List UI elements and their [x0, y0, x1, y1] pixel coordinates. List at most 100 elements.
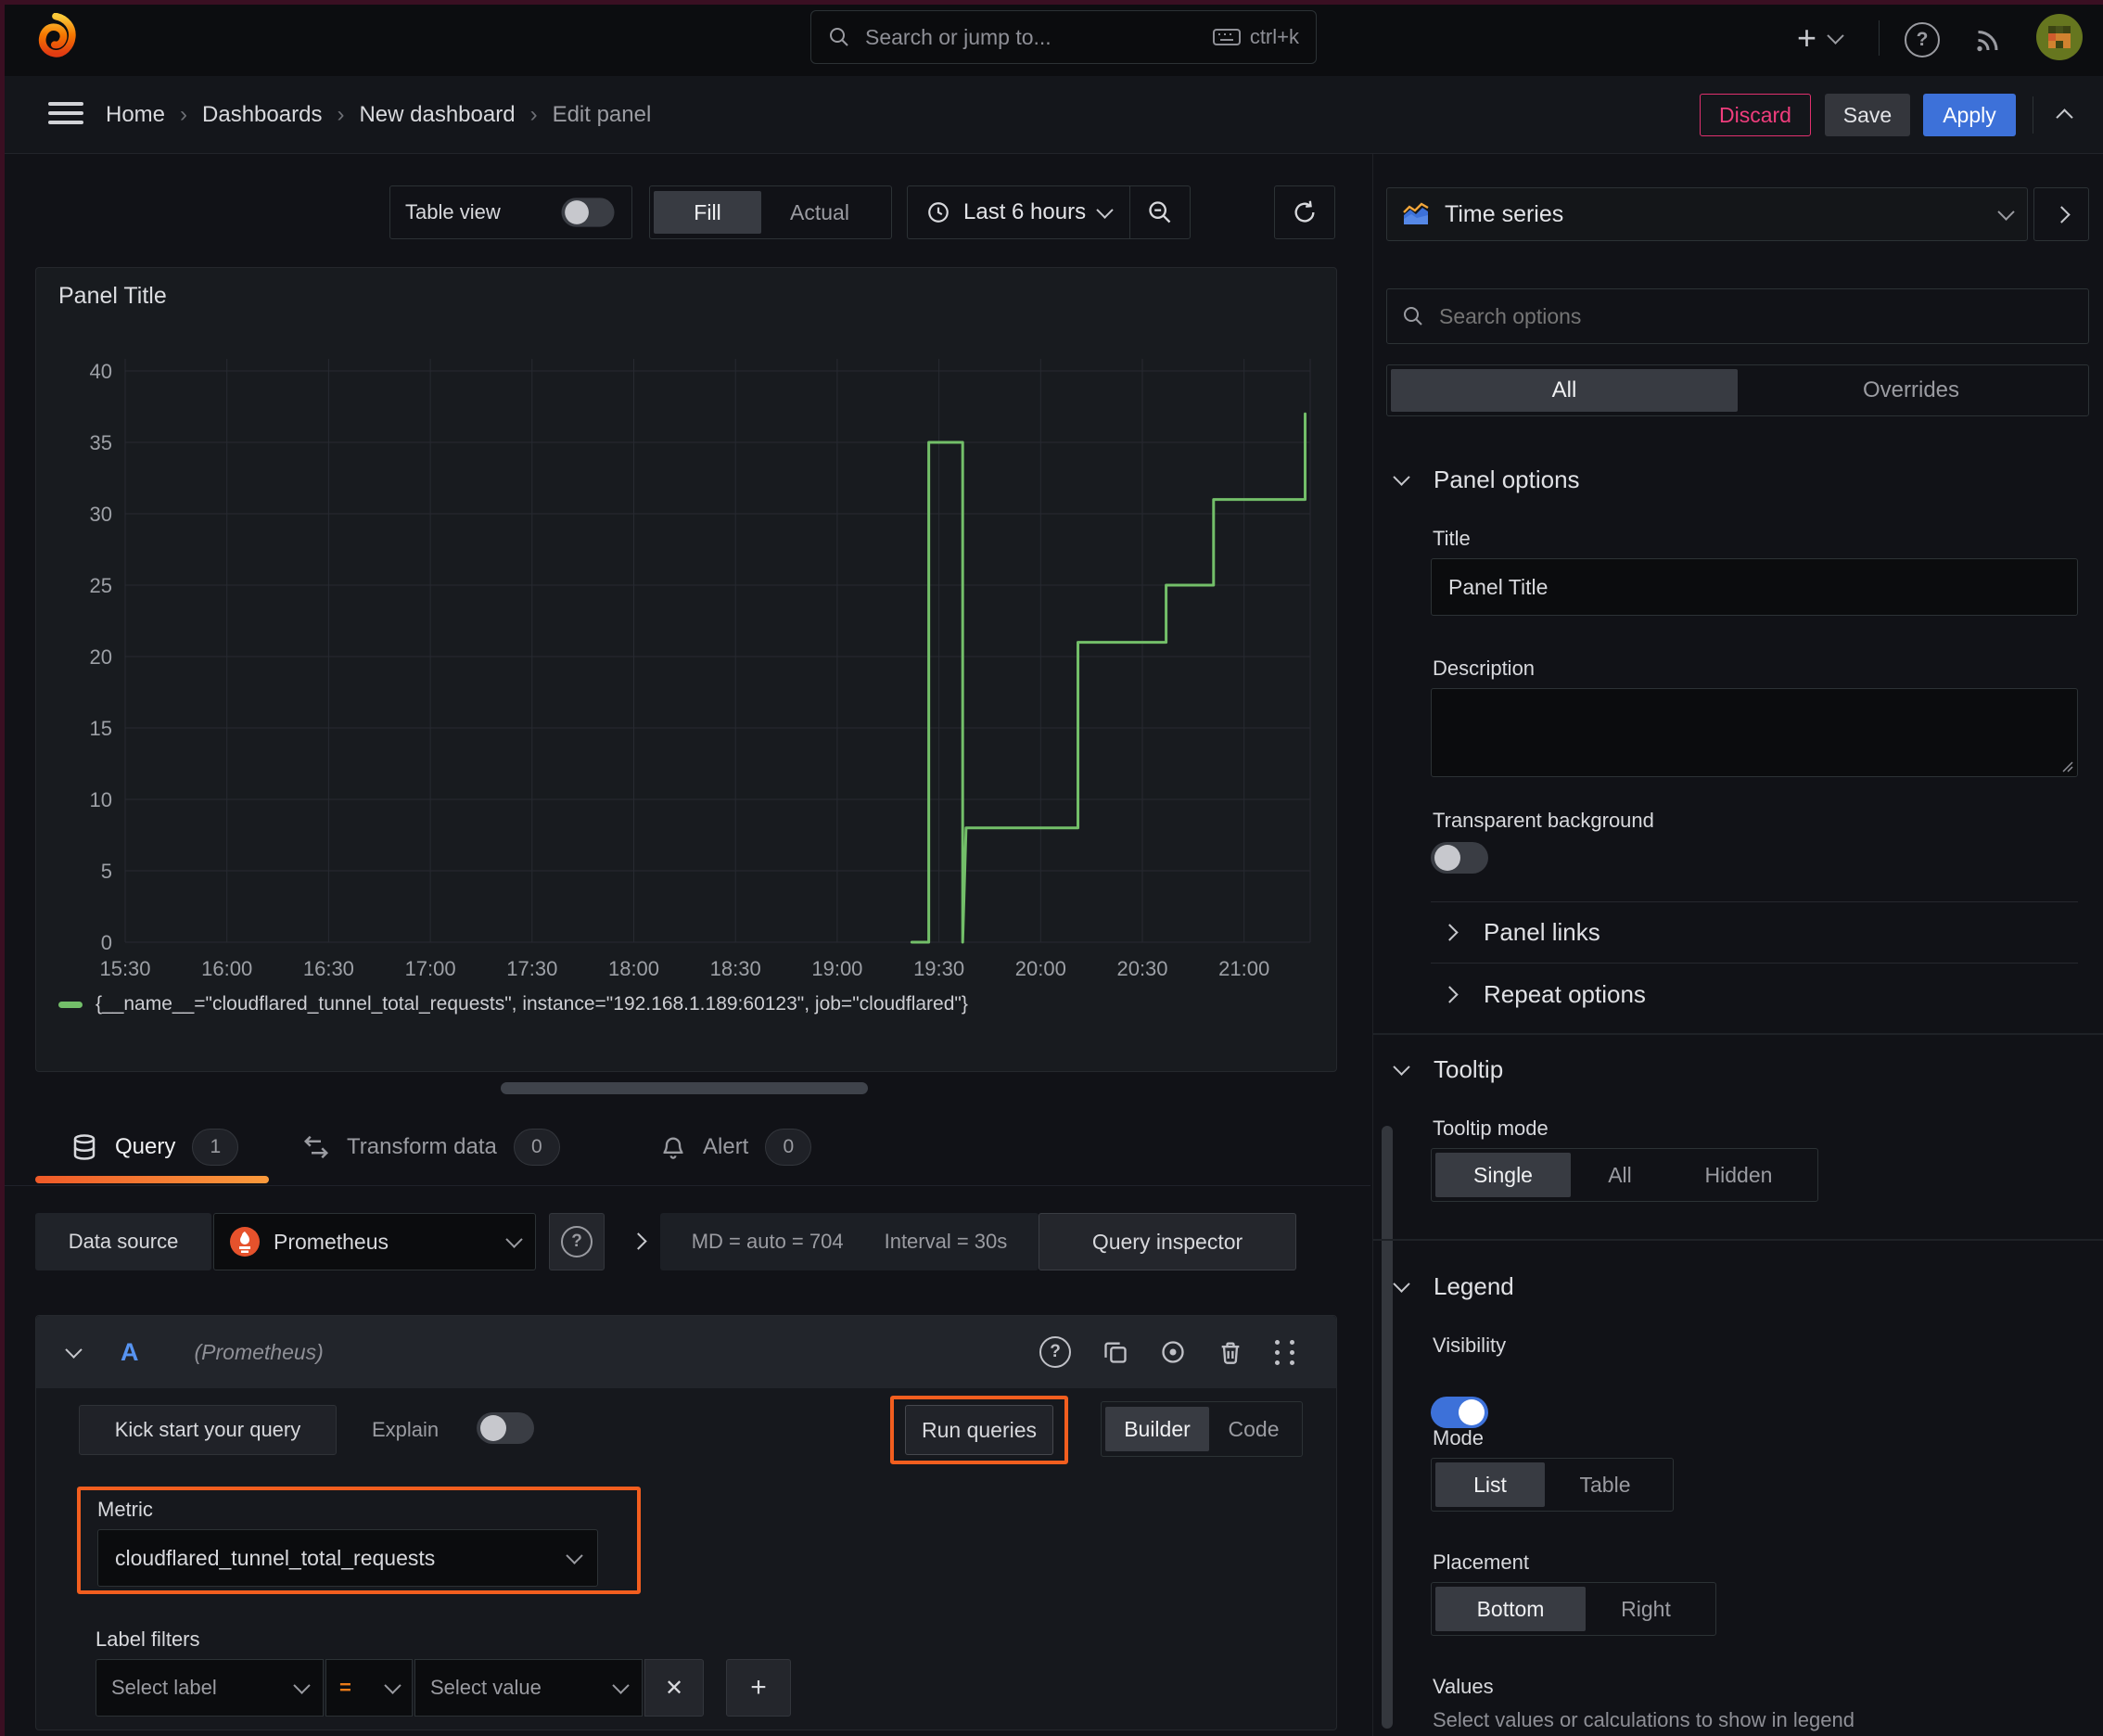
discard-button[interactable]: Discard [1700, 94, 1811, 136]
tooltip-hidden-option[interactable]: Hidden [1669, 1153, 1808, 1197]
select-value-dropdown[interactable]: Select value [414, 1659, 643, 1717]
legend-placement-switch: Bottom Right [1431, 1582, 1716, 1636]
tab-all[interactable]: All [1391, 369, 1738, 412]
builder-code-switch: Builder Code [1101, 1401, 1303, 1457]
grafana-edit-panel-screen: ctrl+k + ? Home › Dashboards › New dashb… [0, 0, 2103, 1736]
legend-list-option[interactable]: List [1435, 1462, 1545, 1507]
explain-toggle[interactable] [477, 1412, 534, 1444]
help-icon: ? [561, 1226, 593, 1257]
query-help-button[interactable]: ? [1039, 1336, 1071, 1368]
svg-text:21:00: 21:00 [1218, 957, 1269, 980]
time-range-picker[interactable]: Last 6 hours [908, 186, 1129, 238]
table-view-toggle[interactable] [561, 198, 615, 227]
legend-series-label[interactable]: {__name__="cloudflared_tunnel_total_requ… [96, 993, 968, 1015]
query-options-summary[interactable]: MD = auto = 704 Interval = 30s [660, 1213, 1039, 1270]
svg-text:18:30: 18:30 [710, 957, 761, 980]
query-editor-card: A (Prometheus) ? Kick start your query E… [35, 1315, 1337, 1730]
divider [1431, 901, 2078, 902]
tab-alert[interactable]: Alert 0 [660, 1118, 812, 1176]
search-icon [1402, 305, 1424, 327]
query-inspector-button[interactable]: Query inspector [1039, 1213, 1296, 1270]
kick-start-button[interactable]: Kick start your query [79, 1405, 337, 1455]
remove-filter-button[interactable]: ✕ [644, 1659, 704, 1717]
tooltip-header[interactable]: Tooltip [1393, 1055, 1503, 1084]
breadcrumb-separator-icon: › [180, 102, 188, 127]
svg-text:18:00: 18:00 [608, 957, 659, 980]
builder-option[interactable]: Builder [1105, 1407, 1209, 1451]
tooltip-single-option[interactable]: Single [1435, 1153, 1571, 1197]
duplicate-query-button[interactable] [1102, 1339, 1128, 1365]
delete-query-button[interactable] [1217, 1339, 1243, 1365]
tooltip-all-option[interactable]: All [1571, 1153, 1669, 1197]
query-options-collapse[interactable] [630, 1232, 647, 1250]
metric-value: cloudflared_tunnel_total_requests [115, 1545, 436, 1570]
resize-handle-icon[interactable] [2060, 760, 2073, 772]
breadcrumb-separator-icon: › [529, 102, 538, 127]
svg-text:35: 35 [90, 431, 112, 454]
plus-icon: + [750, 1672, 767, 1703]
visualization-picker[interactable]: Time series [1386, 187, 2028, 241]
options-search-input[interactable] [1437, 302, 2073, 330]
bell-icon [660, 1133, 686, 1161]
actual-option[interactable]: Actual [761, 191, 878, 234]
drag-handle-icon[interactable] [1275, 1339, 1297, 1365]
svg-text:25: 25 [90, 574, 112, 597]
collapse-query-icon[interactable] [65, 1340, 83, 1359]
run-queries-button[interactable]: Run queries [905, 1405, 1053, 1455]
select-label-dropdown[interactable]: Select label [96, 1659, 324, 1717]
collapse-header-button[interactable] [2056, 108, 2073, 126]
metric-select[interactable]: cloudflared_tunnel_total_requests [97, 1529, 598, 1587]
panel-title-input[interactable] [1431, 558, 2078, 616]
grafana-logo-icon[interactable] [33, 13, 78, 61]
code-option[interactable]: Code [1209, 1407, 1298, 1451]
query-row-header[interactable]: A (Prometheus) ? [36, 1316, 1336, 1388]
legend-bottom-option[interactable]: Bottom [1435, 1587, 1586, 1631]
breadcrumb-dashboards[interactable]: Dashboards [202, 102, 322, 128]
tooltip-mode-label: Tooltip mode [1433, 1117, 1549, 1140]
search-icon [828, 26, 850, 48]
options-search[interactable] [1386, 288, 2089, 344]
add-filter-button[interactable]: + [726, 1659, 791, 1717]
datasource-picker[interactable]: Prometheus [213, 1213, 536, 1270]
query-datasource-hint: (Prometheus) [194, 1339, 324, 1364]
zoom-out-button[interactable] [1130, 186, 1190, 238]
panel-options-header[interactable]: Panel options [1393, 466, 1580, 494]
chevron-down-icon [505, 1230, 523, 1248]
menu-toggle-icon[interactable] [48, 96, 83, 130]
refresh-button[interactable] [1274, 185, 1335, 239]
legend-table-option[interactable]: Table [1545, 1462, 1665, 1507]
new-menu-button[interactable]: + [1797, 17, 1844, 59]
tab-query[interactable]: Query 1 [70, 1118, 239, 1176]
save-button[interactable]: Save [1825, 94, 1910, 136]
repeat-options-header[interactable]: Repeat options [1441, 980, 1646, 1009]
description-label: Description [1433, 657, 1536, 680]
breadcrumb-new-dashboard[interactable]: New dashboard [359, 102, 515, 128]
panel-links-header[interactable]: Panel links [1441, 918, 1600, 947]
legend-header[interactable]: Legend [1393, 1272, 1514, 1301]
time-series-chart[interactable]: 0 5 10 15 20 25 30 35 40 15:30 16:00 16:30 17:00 17:3… [36, 320, 1338, 982]
chart-panel: Panel Title 0 5 10 15 20 25 30 35 40 15:30 16:00 16… [35, 267, 1337, 1072]
search-shortcut: ctrl+k [1249, 25, 1299, 48]
global-search[interactable]: ctrl+k [810, 10, 1317, 64]
breadcrumb-home[interactable]: Home [106, 102, 165, 128]
user-avatar[interactable] [2036, 14, 2083, 60]
apply-button[interactable]: Apply [1923, 94, 2016, 136]
news-rss-button[interactable] [1971, 22, 2005, 56]
fill-option[interactable]: Fill [654, 191, 761, 234]
chevron-down-icon [1997, 202, 2015, 221]
tab-overrides[interactable]: Overrides [1738, 369, 2084, 412]
toggle-visibility-icon[interactable] [1160, 1339, 1186, 1365]
datasource-help-button[interactable]: ? [549, 1213, 605, 1270]
legend-right-option[interactable]: Right [1586, 1587, 1706, 1631]
chevron-down-icon [1393, 1058, 1410, 1076]
help-button[interactable]: ? [1905, 22, 1940, 57]
legend-visibility-toggle[interactable] [1431, 1397, 1488, 1428]
description-textarea[interactable] [1431, 688, 2078, 777]
transparent-background-toggle[interactable] [1431, 842, 1488, 874]
toggle-viz-picker-button[interactable] [2033, 187, 2089, 241]
search-input[interactable] [863, 23, 1213, 51]
tab-transform-data[interactable]: Transform data 0 [302, 1118, 560, 1176]
panel-resize-handle[interactable] [501, 1082, 868, 1094]
operator-dropdown[interactable]: = [325, 1659, 413, 1717]
operator-value: = [339, 1676, 351, 1699]
